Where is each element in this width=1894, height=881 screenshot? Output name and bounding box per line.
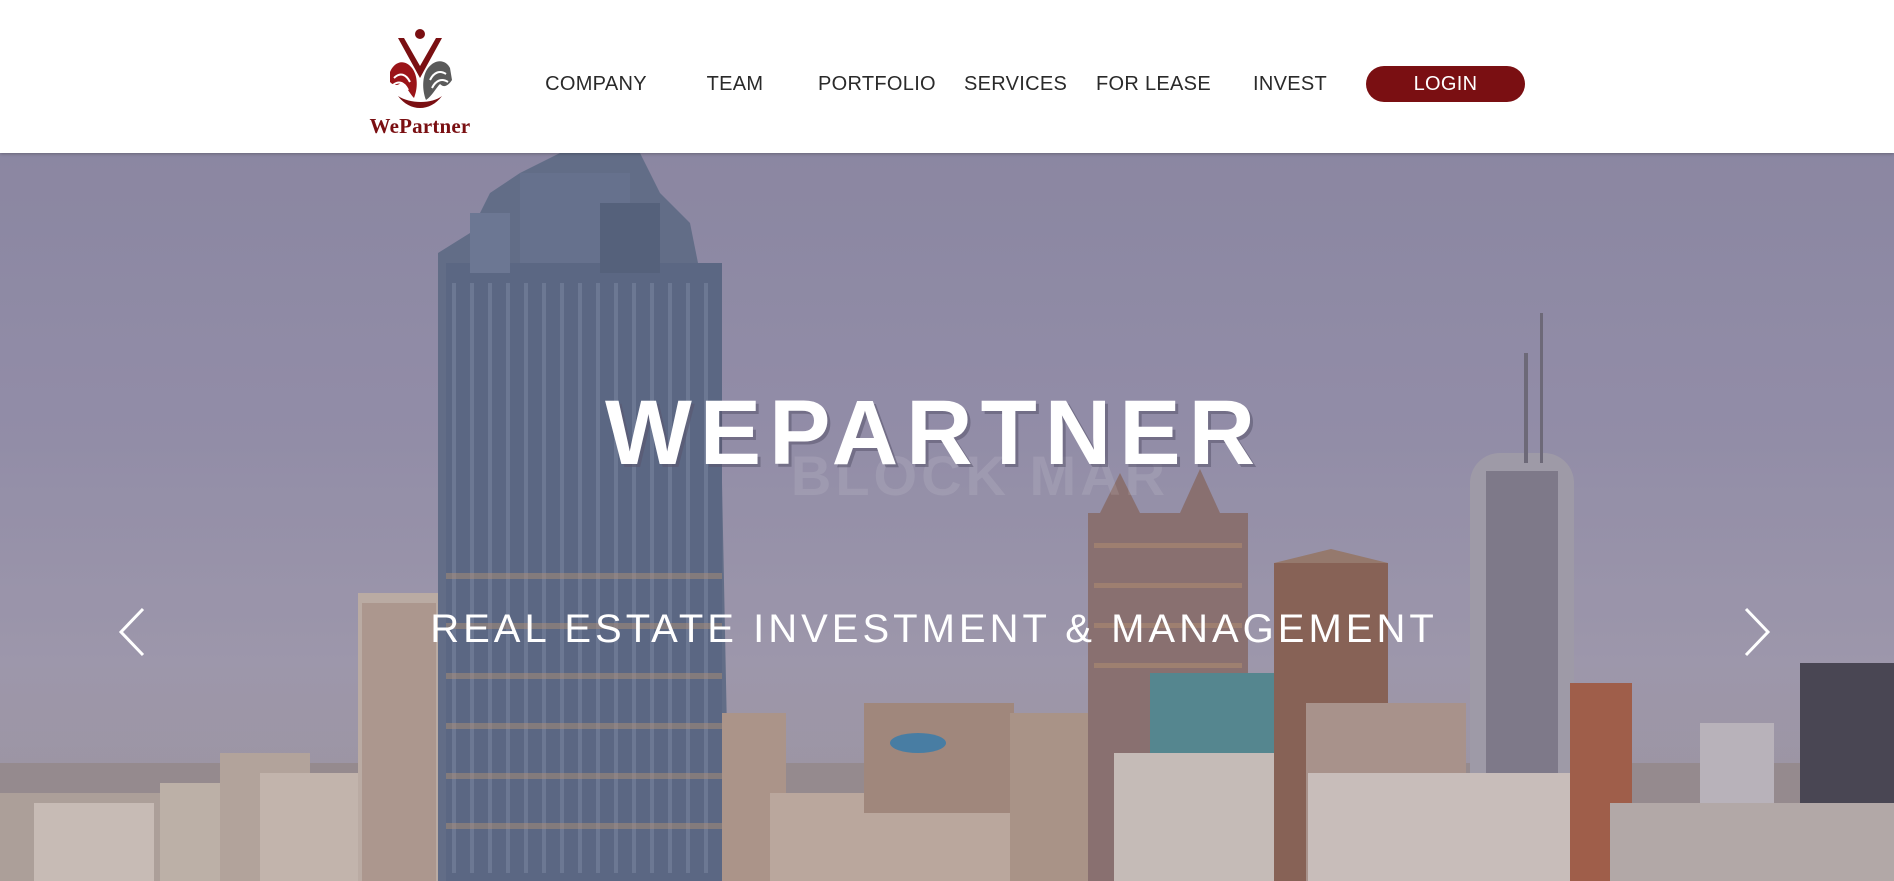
nav-services[interactable]: SERVICES	[964, 70, 1067, 98]
hero-tint-overlay	[0, 153, 1894, 881]
chevron-right-icon[interactable]	[1738, 605, 1778, 659]
wepartner-hands-logo-icon	[390, 29, 452, 108]
chevron-left-icon[interactable]	[111, 605, 151, 659]
hero-slider: BLOCK MAR WEPARTNER REAL ESTATE INVESTME…	[0, 153, 1894, 881]
brand-logo[interactable]: WePartner	[366, 28, 474, 140]
nav-for-lease[interactable]: FOR LEASE	[1096, 70, 1211, 98]
nav-invest[interactable]: INVEST	[1248, 70, 1332, 98]
site-header: WePartner COMPANY TEAM PORTFOLIO SERVICE…	[0, 0, 1894, 153]
hero-title: WEPARTNER	[604, 382, 1264, 484]
nav-team[interactable]: TEAM	[694, 70, 776, 98]
nav-portfolio[interactable]: PORTFOLIO	[818, 70, 936, 98]
brand-name: WePartner	[369, 114, 471, 138]
hero-subtitle: REAL ESTATE INVESTMENT & MANAGEMENT	[430, 607, 1438, 651]
nav-company[interactable]: COMPANY	[540, 70, 652, 98]
login-button[interactable]: LOGIN	[1366, 66, 1525, 102]
